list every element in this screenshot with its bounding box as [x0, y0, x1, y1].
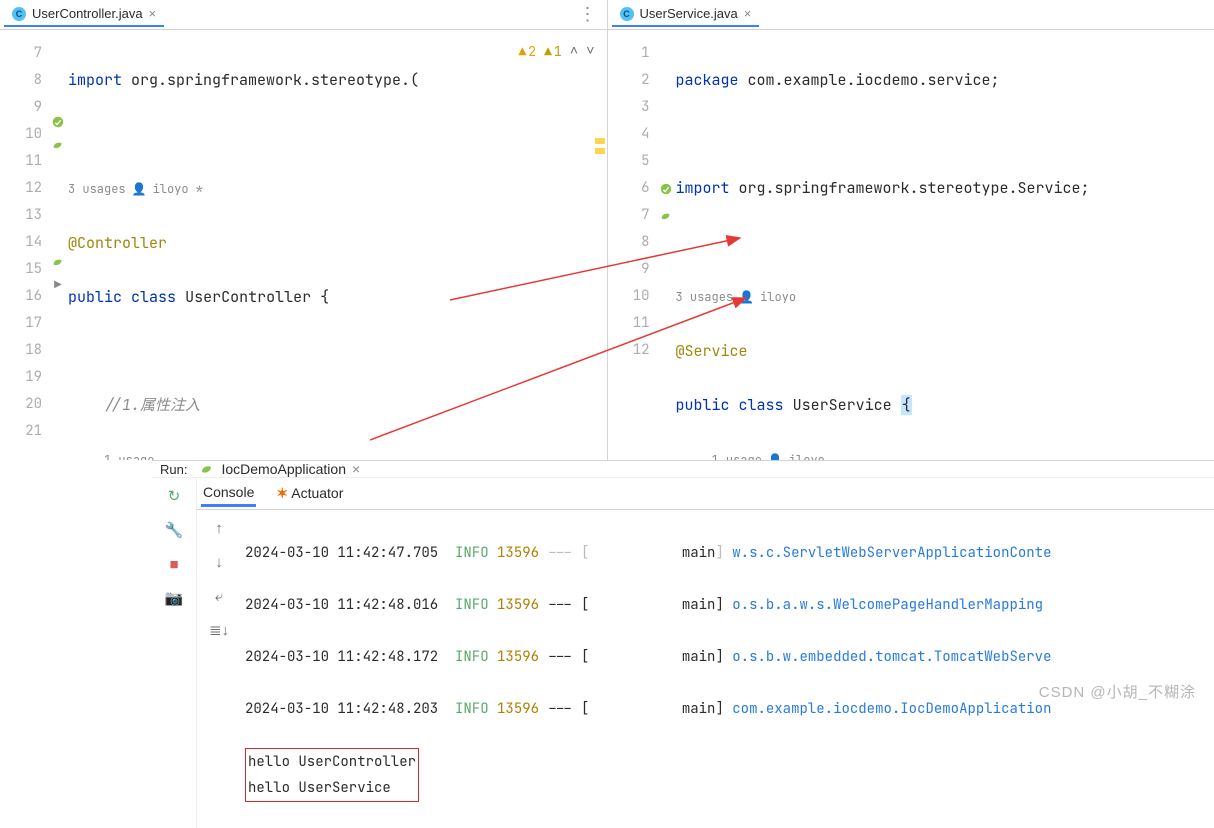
right-gutter-icons [656, 30, 676, 460]
weak-warning-icon[interactable]: ▲1 [544, 38, 562, 65]
bean-icon[interactable] [48, 133, 68, 156]
bean-icon[interactable] [656, 202, 676, 229]
highlighted-output: hello UserController hello UserService [245, 748, 419, 802]
up-icon[interactable]: ↑ [207, 516, 231, 540]
chevron-down-icon[interactable]: ˅ [586, 38, 594, 65]
run-toolbar: ↻ 🔧 ■ 📷 [152, 478, 196, 828]
down-icon[interactable]: ↓ [207, 550, 231, 574]
run-configuration[interactable]: IocDemoApplication × [199, 461, 360, 477]
stop-button[interactable]: ■ [162, 552, 186, 576]
bean-icon[interactable] [48, 250, 68, 273]
left-tabbar: C UserController.java × ⋮ [0, 0, 607, 30]
tab-menu-icon[interactable]: ⋮ [569, 4, 607, 25]
chevron-up-icon[interactable]: ˄ [570, 38, 578, 65]
run-tool-window: Run: IocDemoApplication × ↻ 🔧 ■ 📷 Consol… [152, 460, 1214, 712]
marker-stripe[interactable] [595, 138, 605, 144]
inspection-widget[interactable]: ▲2 ▲1 ˄ ˅ [514, 36, 598, 67]
console-toolbar: ↑ ↓ ⤶ ≣↓ [197, 510, 241, 828]
class-icon: C [620, 7, 634, 21]
marker-stripe[interactable] [595, 148, 605, 154]
left-gutter-icons: ▶ [48, 30, 68, 460]
console-output[interactable]: 2024-03-10 11:42:47.705 INFO 13596 --- [… [241, 510, 1214, 828]
left-editor[interactable]: import org.springframework.stereotype.( … [68, 30, 607, 460]
run-label: Run: [160, 462, 187, 477]
actuator-tab[interactable]: ✶ Actuator [274, 481, 345, 506]
warning-icon[interactable]: ▲2 [518, 38, 536, 65]
right-editor[interactable]: package com.example.iocdemo.service; imp… [676, 30, 1214, 460]
bean-icon[interactable] [656, 175, 676, 202]
class-icon: C [12, 7, 26, 21]
rerun-button[interactable]: ↻ [162, 484, 186, 508]
bean-icon[interactable] [48, 110, 68, 133]
tab-filename: UserController.java [32, 6, 143, 21]
camera-icon[interactable]: 📷 [162, 586, 186, 610]
tab-userservice[interactable]: C UserService.java × [612, 2, 760, 27]
close-icon[interactable]: × [149, 6, 157, 21]
tab-usercontroller[interactable]: C UserController.java × [4, 2, 164, 27]
watermark: CSDN @小胡_不糊涂 [1039, 681, 1196, 702]
wrench-icon[interactable]: 🔧 [162, 518, 186, 542]
console-tab[interactable]: Console [201, 480, 256, 507]
tab-filename: UserService.java [640, 6, 738, 21]
close-icon[interactable]: × [744, 6, 752, 21]
right-tabbar: C UserService.java × [608, 0, 1214, 30]
right-gutter: 1 2 3 4 5 6 7 8 9 10 11 12 [608, 30, 656, 460]
run-icon[interactable]: ▶ [48, 273, 68, 296]
spring-boot-icon [199, 461, 215, 477]
left-gutter: 7 8 9 10 11 12 13 14 15 16 17 18 19 20 2… [0, 30, 48, 460]
soft-wrap-icon[interactable]: ⤶ [207, 584, 231, 608]
scroll-to-end-icon[interactable]: ≣↓ [207, 618, 231, 642]
